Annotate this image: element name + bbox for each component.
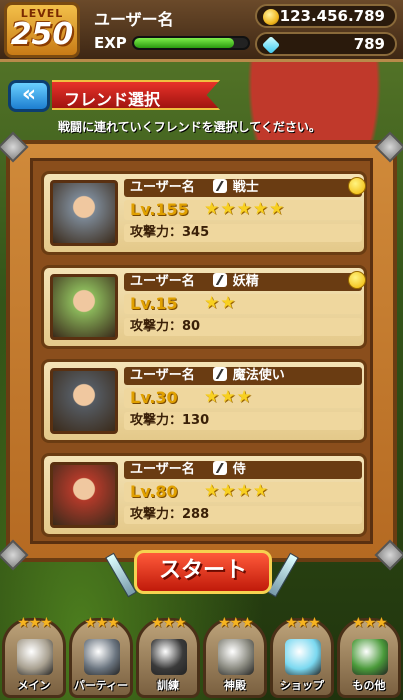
- nav-stars-icon: ★★★: [218, 615, 254, 631]
- diamond-icon: [285, 639, 321, 675]
- nav-item[interactable]: ★★★ 訓練: [136, 615, 200, 698]
- friend-level-row: Lv.80 ★★★★: [124, 481, 362, 502]
- friend-name: ユーザー名: [130, 462, 195, 477]
- start-button[interactable]: スタート: [134, 550, 272, 594]
- nav-item[interactable]: ★★★ もの他: [337, 615, 401, 698]
- title-ribbon: フレンド選択: [52, 80, 220, 110]
- friend-list-panel: ユーザー名 戦士 Lv.155 ★★★★★ 攻撃力：345 ユーザー名 妖精 Lv.15 ★★ 攻…: [0, 131, 403, 571]
- smile-icon: [348, 177, 366, 195]
- nav-stars-icon: ★★★: [17, 615, 53, 631]
- friend-avatar: [50, 368, 118, 434]
- gem-value: 789: [353, 35, 385, 53]
- player-username: ユーザー名: [94, 10, 174, 29]
- friend-level: Lv.30: [130, 388, 178, 407]
- friend-level: Lv.80: [130, 482, 178, 501]
- friend-level: Lv.15: [130, 294, 178, 313]
- friend-name-row: ユーザー名 妖精: [124, 271, 366, 291]
- page-title: フレンド選択: [64, 90, 161, 109]
- friend-name-row: ユーザー名 侍: [124, 461, 362, 479]
- sword-icon: [212, 179, 227, 193]
- level-badge: LEVEL 250: [4, 2, 80, 58]
- friend-level-row: Lv.15 ★★: [124, 293, 362, 314]
- friend-name: ユーザー名: [130, 180, 195, 195]
- gem-counter[interactable]: 789: [255, 32, 397, 56]
- rarity-stars: ★★★★★: [204, 199, 286, 219]
- friend-level-row: Lv.30 ★★★: [124, 387, 362, 408]
- level-number: 250: [10, 17, 74, 52]
- coin-icon: [263, 9, 279, 25]
- nav-label: メイン: [17, 679, 51, 692]
- rarity-stars: ★★★: [204, 387, 253, 407]
- nav-item[interactable]: ★★★ ショップ: [270, 615, 334, 698]
- friend-name-row: ユーザー名 戦士: [124, 177, 366, 197]
- nav-label: もの他: [352, 679, 386, 692]
- shield-icon: [212, 273, 227, 287]
- friend-attack: 攻撃力：130: [124, 412, 362, 430]
- friend-name: ユーザー名: [130, 368, 195, 383]
- friend-avatar: [50, 462, 118, 528]
- nav-label: パーティー: [73, 679, 129, 692]
- diamond-icon: [261, 35, 281, 55]
- nav-stars-icon: ★★★: [352, 615, 388, 631]
- exp-bar-fill: [134, 38, 235, 48]
- statue-icon: [218, 639, 254, 675]
- nav-item[interactable]: ★★★ パーティー: [69, 615, 133, 698]
- nav-label: ショップ: [280, 679, 324, 692]
- island-icon: [352, 639, 388, 675]
- coin-counter[interactable]: 123.456.789: [255, 4, 397, 28]
- friend-class: 妖精: [232, 274, 259, 289]
- friend-avatar: [50, 180, 118, 246]
- friend-card[interactable]: ユーザー名 妖精 Lv.15 ★★ 攻撃力：80: [41, 265, 367, 349]
- bottom-nav: ★★★ メイン ★★★ パーティー ★★★ 訓練 ★★★ 神殿 ★★★ ショップ ★★★ もの他: [0, 610, 403, 700]
- nav-label: 訓練: [157, 679, 179, 692]
- instruction-text: 戦闘に連れていくフレンドを選択してください。: [58, 120, 321, 134]
- friend-class: 魔法使い: [232, 368, 285, 383]
- exp-label: EXP: [94, 34, 127, 52]
- friend-level: Lv.155: [130, 200, 189, 219]
- friend-name-row: ユーザー名 魔法使い: [124, 367, 362, 385]
- friend-class: 戦士: [232, 180, 259, 195]
- rarity-stars: ★★★★: [204, 481, 269, 501]
- friend-attack: 攻撃力：80: [124, 318, 362, 336]
- party-knight-icon: [84, 639, 120, 675]
- friend-attack: 攻撃力：345: [124, 224, 362, 242]
- sword-icon: [212, 461, 227, 475]
- nav-item[interactable]: ★★★ 神殿: [203, 615, 267, 698]
- bow-icon: [212, 367, 227, 381]
- nav-stars-icon: ★★★: [285, 615, 321, 631]
- nav-stars-icon: ★★★: [151, 615, 187, 631]
- nav-label: 神殿: [224, 679, 246, 692]
- double-chevron-left-icon: «: [21, 82, 37, 107]
- nav-item[interactable]: ★★★ メイン: [2, 615, 66, 698]
- rarity-stars: ★★: [204, 293, 237, 313]
- friend-name: ユーザー名: [130, 274, 195, 289]
- friend-avatar: [50, 274, 118, 340]
- friend-card[interactable]: ユーザー名 戦士 Lv.155 ★★★★★ 攻撃力：345: [41, 171, 367, 255]
- back-button[interactable]: «: [8, 80, 50, 112]
- dumbbell-icon: [151, 639, 187, 675]
- exp-bar: [132, 36, 250, 50]
- friend-attack: 攻撃力：288: [124, 506, 362, 524]
- friend-card[interactable]: ユーザー名 侍 Lv.80 ★★★★ 攻撃力：288: [41, 453, 367, 537]
- coin-value: 123.456.789: [279, 7, 385, 25]
- smile-icon: [348, 271, 366, 289]
- castle-icon: [17, 639, 53, 675]
- status-header: LEVEL 250 ユーザー名 EXP 123.456.789 789: [0, 0, 403, 62]
- friend-list: ユーザー名 戦士 Lv.155 ★★★★★ 攻撃力：345 ユーザー名 妖精 Lv.15 ★★ 攻…: [30, 158, 373, 544]
- friend-class: 侍: [232, 462, 246, 477]
- friend-level-row: Lv.155 ★★★★★: [124, 199, 362, 220]
- friend-card[interactable]: ユーザー名 魔法使い Lv.30 ★★★ 攻撃力：130: [41, 359, 367, 443]
- nav-stars-icon: ★★★: [84, 615, 120, 631]
